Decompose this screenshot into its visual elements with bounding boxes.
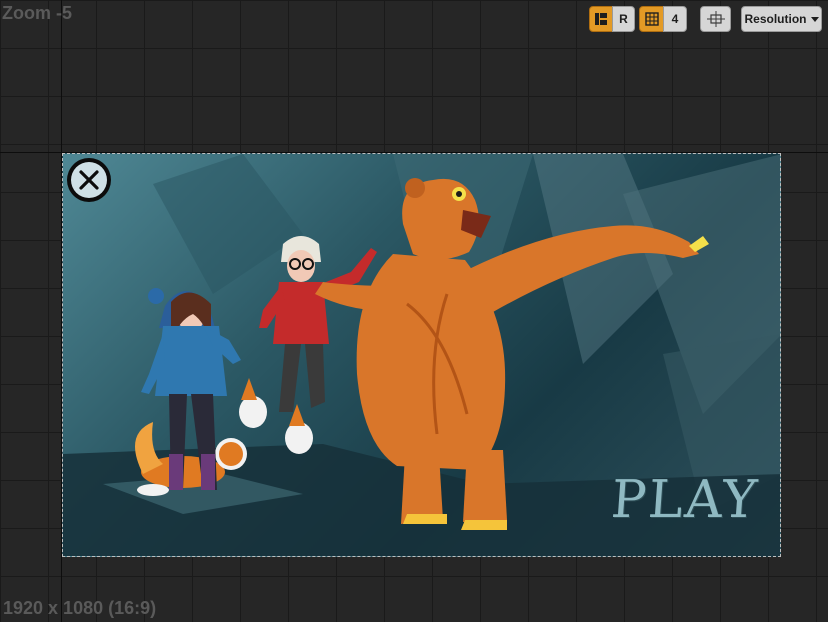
designer-toolbar: R 4 Resolution: [0, 6, 828, 34]
grid-snap-toggle-button[interactable]: [639, 6, 664, 32]
resolution-dropdown[interactable]: Resolution: [741, 6, 822, 32]
grid-snap-value-button[interactable]: 4: [663, 6, 687, 32]
zoom-to-fit-icon: [706, 11, 725, 27]
game-preview-canvas: PLAY: [62, 153, 781, 557]
chevron-down-icon: [810, 16, 819, 22]
resolution-readout: 1920 x 1080 (16:9): [3, 598, 157, 618]
zoom-to-fit-button[interactable]: [700, 6, 731, 32]
fox-character: [135, 422, 247, 496]
play-button[interactable]: PLAY: [592, 458, 778, 542]
layout-toggle-button[interactable]: [589, 6, 613, 32]
respect-locks-button[interactable]: R: [612, 6, 635, 32]
layout-icon: [595, 13, 607, 25]
grid-icon: [644, 12, 659, 26]
resolution-dropdown-label: Resolution: [744, 12, 807, 26]
hat-boy-character: [239, 236, 377, 454]
